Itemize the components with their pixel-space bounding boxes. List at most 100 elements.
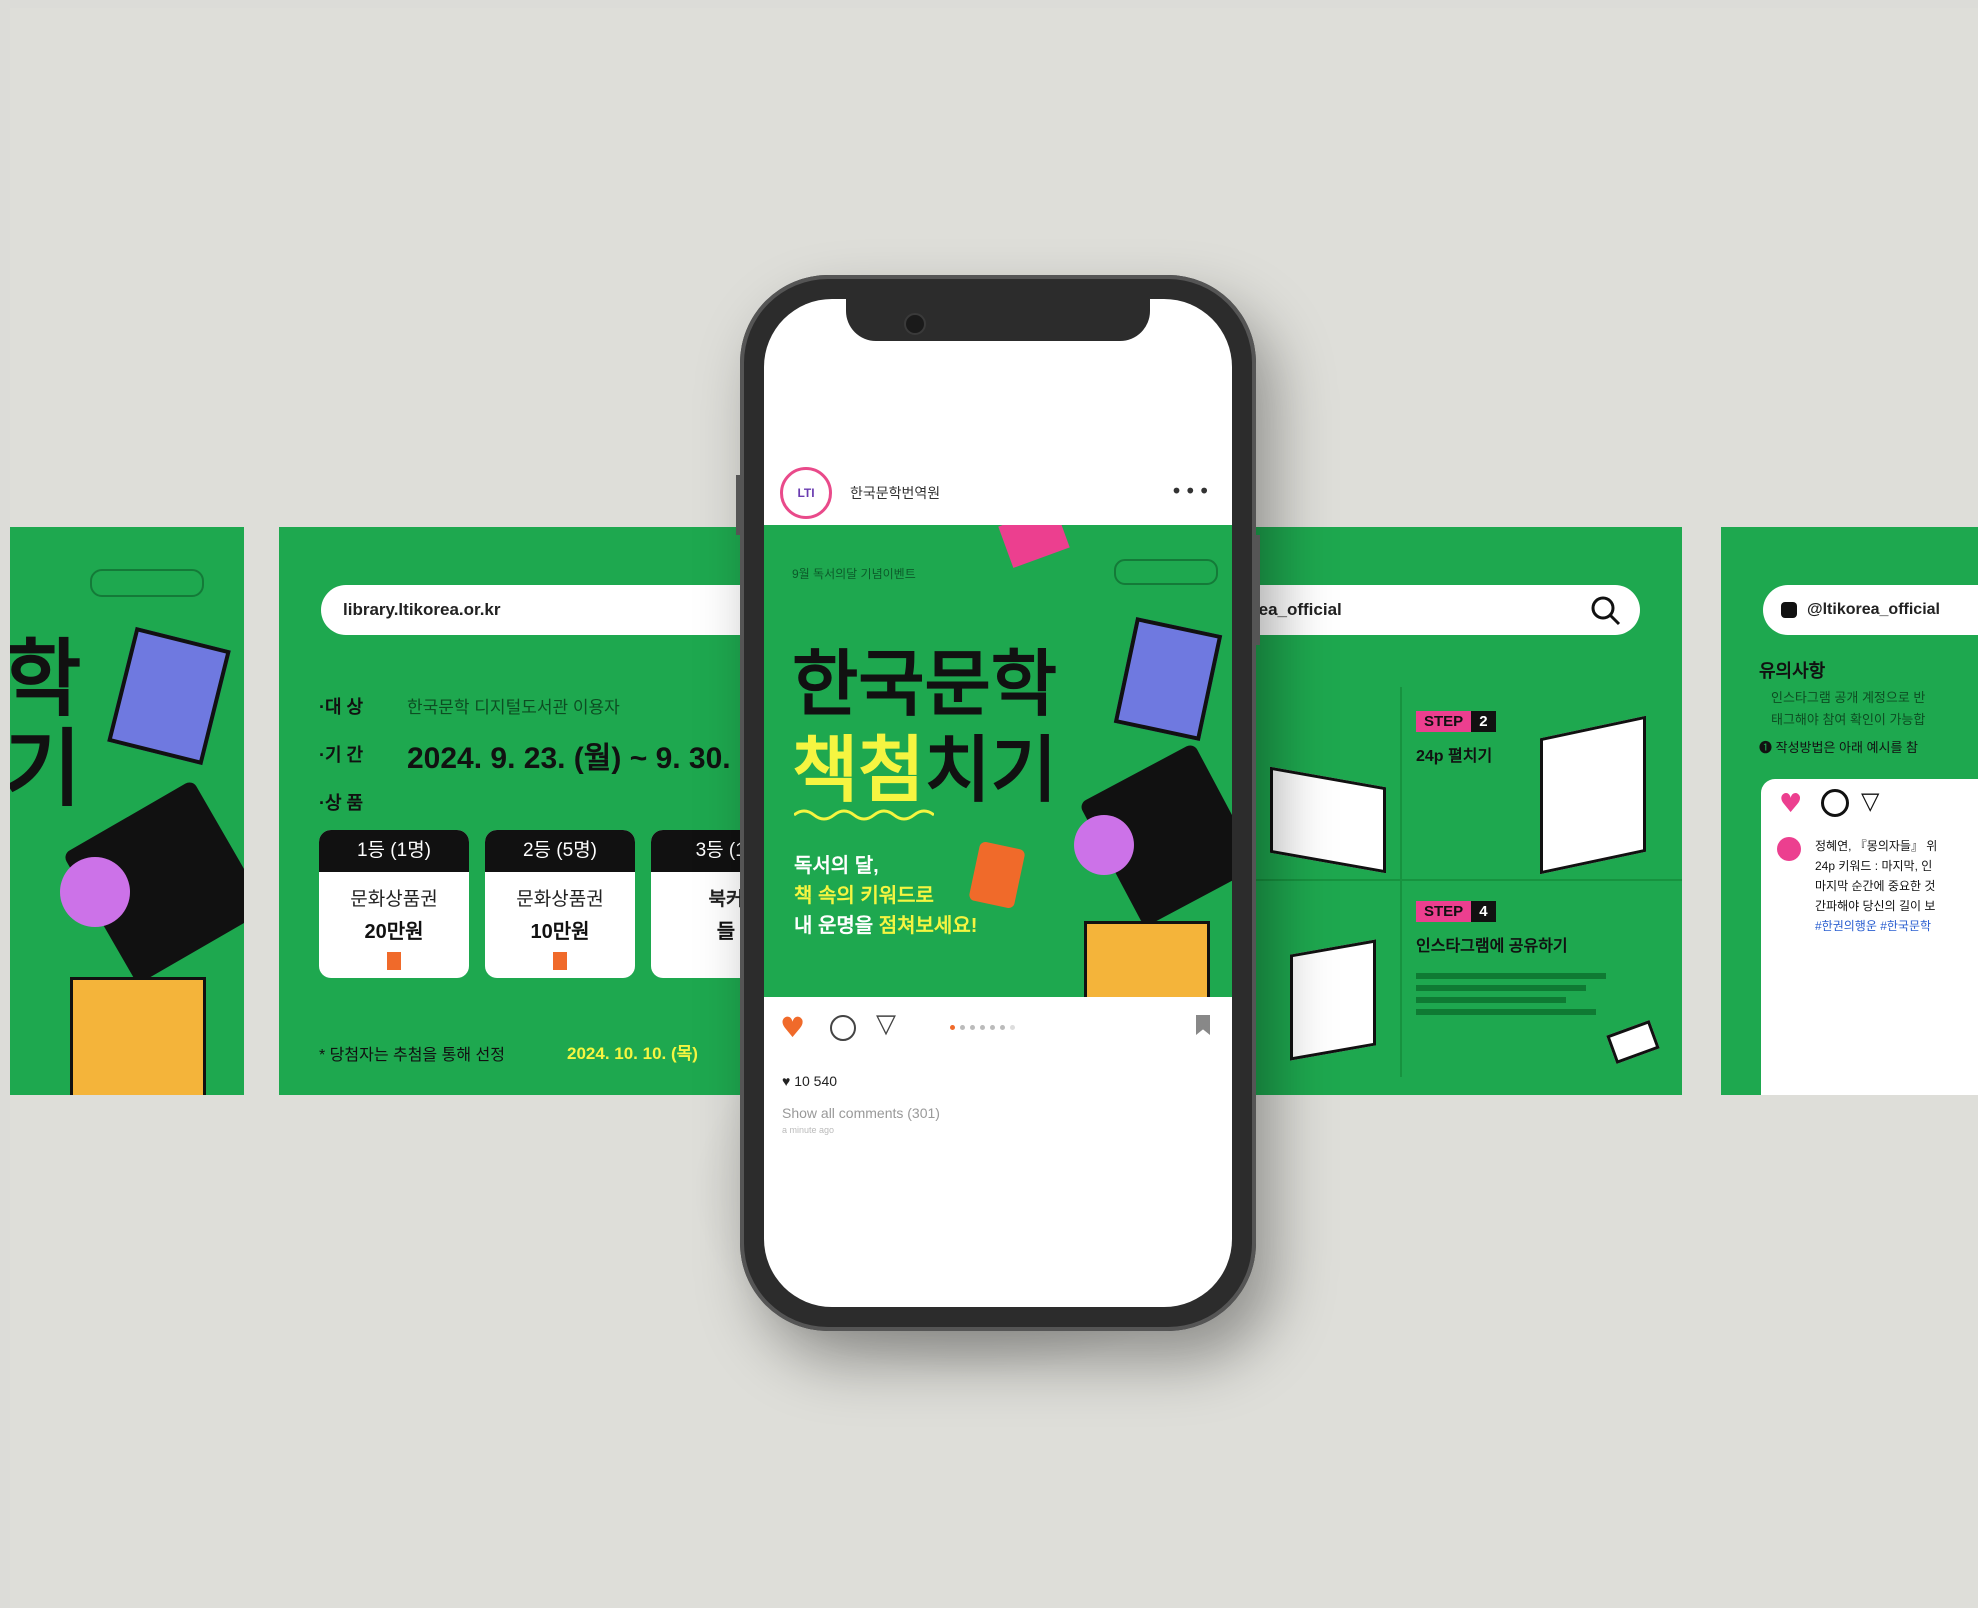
instagram-comment-example: ♥ ▽ 정혜연, 『몽의자들』 위 24p 키워드 : 마지막, 인 마지막 순… — [1761, 779, 1978, 1095]
phone-screen: LTI 한국문학번역원 ••• 9월 독서의달 기념이벤트 한국문학 책첨치기 … — [764, 299, 1232, 1307]
comment-line-4: 간파해야 당신의 길이 보 — [1815, 899, 1936, 913]
book-illustration-yellow — [70, 977, 206, 1095]
comment-avatar — [1777, 837, 1801, 861]
post-title-highlight: 책첨 — [792, 731, 925, 811]
search-bar[interactable]: rea_official — [1250, 585, 1640, 635]
wave-decoration — [794, 809, 934, 821]
notice-line-3: ❶ 작성방법은 아래 예시를 참 — [1759, 740, 1919, 755]
comment-line-3: 마지막 순간에 중요한 것 — [1815, 879, 1936, 893]
prize-item: 문화상품권 — [516, 889, 604, 910]
notice-title: 유의사항 — [1759, 661, 1826, 681]
post-tag: 9월 독서의달 기념이벤트 — [792, 567, 916, 581]
step-number: 2 — [1471, 711, 1496, 732]
show-comments-link[interactable]: Show all comments (301) — [782, 1105, 940, 1121]
more-options-icon[interactable]: ••• — [1171, 479, 1212, 503]
comment-icon — [1821, 789, 1849, 817]
comment-icon[interactable] — [830, 1015, 856, 1041]
post-timestamp: a minute ago — [782, 1125, 835, 1135]
post-body-text: 독서의 달, 책 속의 키워드로 내 운명을 점쳐보세요! — [794, 851, 977, 941]
book-illustration-blue — [1113, 617, 1223, 741]
divider-horizontal — [1250, 879, 1682, 881]
book-illustration-purple — [60, 857, 130, 927]
comment-hashtags: #한권의행운 #한국문학 — [1815, 919, 1932, 933]
gift-icon — [553, 952, 567, 970]
url-bar[interactable]: library.ltikorea.or.kr — [321, 585, 749, 635]
step-badge: STEP — [1416, 901, 1472, 922]
book-illustration-yellow — [1084, 921, 1210, 997]
logo-badge — [90, 569, 204, 597]
post-title-rest: 치기 — [924, 731, 1057, 811]
bookmark-icon[interactable] — [1196, 1015, 1210, 1035]
volume-button — [736, 475, 740, 535]
book-illustration-purple — [1074, 815, 1134, 875]
prize-amount: 20만원 — [364, 921, 424, 943]
step-number: 4 — [1471, 901, 1496, 922]
prize-card-3: 3등 (10 북커 들 — [651, 830, 749, 978]
post-body-line-1: 독서의 달, — [794, 855, 879, 877]
search-text: rea_official — [1252, 600, 1342, 619]
promo-card-notice-partial: @ltikorea_official 유의사항 인스타그램 공개 계정으로 반 … — [1721, 527, 1978, 1095]
instagram-handle-bar[interactable]: @ltikorea_official — [1763, 585, 1978, 635]
avatar[interactable]: LTI — [780, 467, 832, 519]
prize-card-2: 2등 (5명) 문화상품권 10만원 — [485, 830, 635, 978]
instagram-icon — [1781, 602, 1797, 618]
post-image[interactable]: 9월 독서의달 기념이벤트 한국문학 책첨치기 독서의 달, 책 속의 키워드로… — [764, 525, 1232, 997]
prize-rank: 1등 (1명) — [319, 830, 469, 872]
comment-line-1: 정혜연, 『몽의자들』 위 — [1815, 839, 1938, 853]
url-text: library.ltikorea.or.kr — [343, 600, 501, 619]
cover-title-fragment-bottom: 기 — [10, 722, 82, 816]
step-label: 24p 펼치기 — [1416, 748, 1493, 765]
prize-rank: 3등 (10 — [651, 830, 749, 872]
heart-icon: ♥ — [1779, 789, 1803, 819]
winner-date: 2024. 10. 10. (목) — [567, 1044, 698, 1063]
notice-line-1: 인스타그램 공개 계정으로 반 — [1771, 690, 1926, 705]
person-reading-illustration — [1290, 939, 1376, 1061]
heart-small-icon: ♥ — [782, 1073, 795, 1089]
target-value: 한국문학 디지털도서관 이용자 — [407, 698, 620, 717]
post-body-line-2: 책 속의 키워드로 — [794, 885, 934, 907]
step4-caption-lines — [1416, 967, 1616, 1021]
prize-rank: 2등 (5명) — [485, 830, 635, 872]
winner-footnote: * 당첨자는 추첨을 통해 선정 — [319, 1047, 505, 1064]
step-4: STEP 4 인스타그램에 공유하기 — [1416, 901, 1568, 956]
comment-line-2: 24p 키워드 : 마지막, 인 — [1815, 859, 1933, 873]
notice-line-2: 태그해야 참여 확인이 가능합 — [1771, 712, 1926, 727]
post-actions: ♥ ▽ — [764, 1009, 1232, 1049]
prize-item: 북커 — [708, 889, 744, 910]
prize-label: ·상 품 — [319, 793, 364, 813]
carousel-dots — [950, 1025, 1015, 1030]
post-header: LTI 한국문학번역원 ••• — [764, 459, 1232, 525]
phone-mockup: LTI 한국문학번역원 ••• 9월 독서의달 기념이벤트 한국문학 책첨치기 … — [736, 275, 1260, 1331]
info-icon: ❶ — [1759, 740, 1776, 755]
gift-icon — [387, 952, 401, 970]
instagram-handle: @ltikorea_official — [1807, 601, 1940, 618]
book-illustration-blue — [107, 626, 231, 766]
person-desk-illustration — [1270, 766, 1386, 874]
promo-card-event-info: library.ltikorea.or.kr ·대 상 한국문학 디지털도서관 … — [279, 527, 749, 1095]
step-label: 인스타그램에 공유하기 — [1416, 938, 1568, 955]
post-title-line-2: 책첨치기 — [792, 711, 1057, 816]
target-label: ·대 상 — [319, 697, 364, 717]
search-icon[interactable] — [1590, 595, 1622, 627]
prize-amount: 10만원 — [530, 921, 590, 943]
logo-badge — [1114, 559, 1218, 585]
account-name[interactable]: 한국문학번역원 — [850, 483, 940, 503]
prize-item: 문화상품권 — [350, 889, 438, 910]
divider-vertical — [1400, 687, 1402, 1077]
share-icon[interactable]: ▽ — [876, 1009, 896, 1039]
like-count: ♥ 10 540 — [782, 1073, 838, 1089]
period-label: ·기 간 — [319, 745, 364, 765]
step-2: STEP 2 24p 펼치기 — [1416, 711, 1496, 766]
post-body-line-3: 내 운명을 점쳐보세요! — [794, 915, 978, 937]
phone-notch — [846, 299, 1150, 341]
share-icon: ▽ — [1861, 787, 1880, 815]
heart-icon[interactable]: ♥ — [780, 1011, 805, 1044]
front-camera — [904, 313, 926, 335]
phone-share-illustration — [1606, 1020, 1660, 1064]
step-badge: STEP — [1416, 711, 1472, 732]
prize-card-1: 1등 (1명) 문화상품권 20만원 — [319, 830, 469, 978]
book-illustration-pink — [998, 525, 1070, 568]
prize-amount: 들 — [716, 921, 736, 943]
promo-card-steps: rea_official STEP 2 24p 펼치기 STEP 4 인스타그램에 … — [1250, 527, 1682, 1095]
monitor-illustration — [1540, 715, 1646, 875]
